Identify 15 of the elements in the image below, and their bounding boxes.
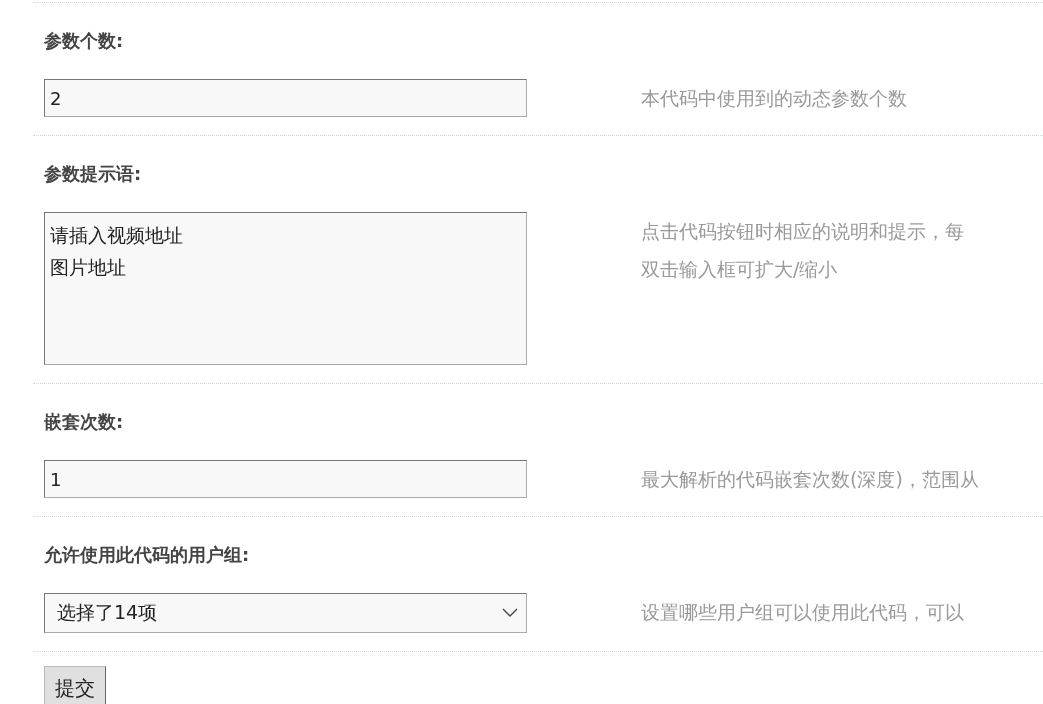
input-field[interactable]: 2 bbox=[44, 79, 527, 117]
field-description: 最大解析的代码嵌套次数(深度)，范围从 bbox=[641, 467, 979, 492]
select-dropdown[interactable]: 选择了14项 bbox=[44, 593, 527, 633]
textarea-field[interactable]: 请插入视频地址 图片地址 bbox=[44, 212, 527, 365]
submit-button[interactable]: 提交 bbox=[44, 666, 106, 704]
field-label: 参数提示语: bbox=[44, 162, 143, 186]
input-field[interactable]: 1 bbox=[44, 460, 527, 498]
field-label: 嵌套次数: bbox=[44, 410, 125, 434]
field-description: 点击代码按钮时相应的说明和提示，每 bbox=[641, 219, 964, 244]
chevron-down-icon bbox=[502, 608, 518, 618]
field-label: 允许使用此代码的用户组: bbox=[44, 543, 251, 567]
field-description: 双击输入框可扩大/缩小 bbox=[641, 257, 839, 282]
field-description: 设置哪些用户组可以使用此代码，可以 bbox=[641, 600, 964, 625]
field-label: 参数个数: bbox=[44, 29, 125, 53]
field-description: 本代码中使用到的动态参数个数 bbox=[641, 86, 907, 111]
